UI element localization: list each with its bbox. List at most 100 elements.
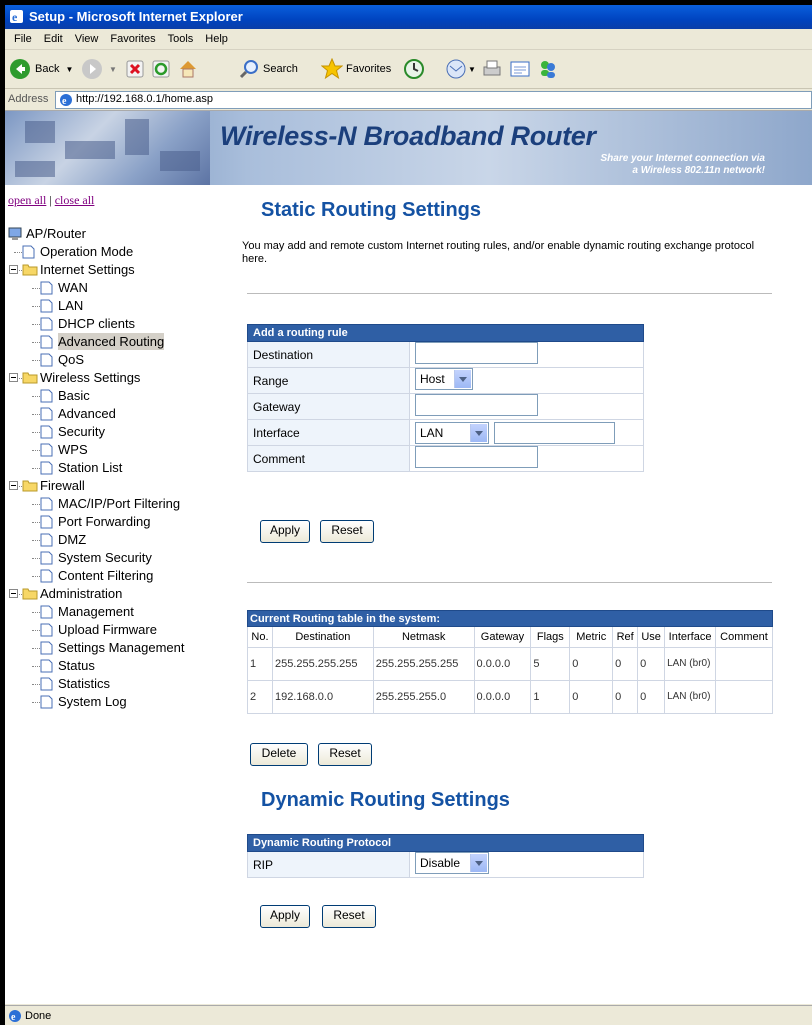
open-all-link[interactable]: open all xyxy=(8,193,46,207)
destination-input[interactable] xyxy=(415,342,538,364)
rip-select[interactable]: Disable xyxy=(415,852,489,874)
page-icon xyxy=(40,659,53,673)
mail-button[interactable]: ▼ xyxy=(445,56,476,82)
tree-item-label: AP/Router xyxy=(26,226,86,241)
page-icon xyxy=(40,623,53,637)
page-icon xyxy=(40,389,53,403)
messenger-button[interactable] xyxy=(537,56,559,82)
table-cell: 192.168.0.0 xyxy=(271,680,374,714)
interface-custom-input[interactable] xyxy=(494,421,616,444)
print-button[interactable] xyxy=(481,56,503,82)
mail-icon xyxy=(446,59,466,79)
router-banner: Wireless-N Broadband Router Share your I… xyxy=(5,111,812,185)
tree-connector xyxy=(32,324,40,325)
page-icon xyxy=(40,515,53,529)
tree-item-label: Operation Mode xyxy=(40,244,134,259)
gateway-input[interactable] xyxy=(415,394,538,416)
browser-window: e Setup - Microsoft Internet Explorer Fi… xyxy=(5,5,812,1025)
address-label: Address xyxy=(8,93,49,105)
mail-dropdown-icon: ▼ xyxy=(468,64,476,74)
forward-dropdown-icon: ▼ xyxy=(109,64,117,74)
interface-select[interactable]: LAN xyxy=(415,421,489,444)
tree-item-label: Management xyxy=(58,604,134,619)
menu-view[interactable]: View xyxy=(75,29,99,49)
edit-page-icon xyxy=(510,61,530,77)
tree-item-label: Wireless Settings xyxy=(40,370,141,385)
close-all-link[interactable]: close all xyxy=(55,193,95,207)
page-icon xyxy=(40,317,53,331)
menu-help[interactable]: Help xyxy=(205,29,228,49)
comment-input[interactable] xyxy=(415,446,538,468)
table-cell xyxy=(715,680,773,714)
window-title: Setup - Microsoft Internet Explorer xyxy=(29,9,243,24)
table-cell: 0 xyxy=(637,647,666,681)
favorites-button[interactable]: Favorites xyxy=(321,56,391,82)
history-button[interactable] xyxy=(403,56,425,82)
refresh-button[interactable] xyxy=(151,56,171,82)
menu-edit[interactable]: Edit xyxy=(44,29,63,49)
messenger-icon xyxy=(541,61,555,78)
tree-item-label: QoS xyxy=(58,352,85,367)
menu-tools[interactable]: Tools xyxy=(168,29,194,49)
range-select[interactable]: Host xyxy=(415,368,473,390)
expand-icon[interactable] xyxy=(9,481,18,490)
table-row[interactable]: 1 255.255.255.255 255.255.255.255 0.0.0.0 5 0… xyxy=(247,647,773,681)
forward-button[interactable]: ▼ xyxy=(81,56,117,82)
svg-text:e: e xyxy=(12,10,18,24)
address-input[interactable]: e http://192.168.0.1/home.asp xyxy=(55,91,812,109)
banner-photo xyxy=(5,111,210,185)
tree-connector xyxy=(32,468,40,469)
page-icon xyxy=(40,407,53,421)
chevron-down-icon xyxy=(470,854,487,872)
stop-button[interactable] xyxy=(125,56,145,82)
column-header: Gateway xyxy=(473,626,532,648)
reset-table-button[interactable]: Reset xyxy=(318,743,372,766)
favorites-label: Favorites xyxy=(346,63,392,75)
search-button[interactable]: Search xyxy=(239,56,298,82)
back-button[interactable]: Back ▼ xyxy=(9,56,73,82)
menu-favorites[interactable]: Favorites xyxy=(110,29,155,49)
table-row[interactable]: 2 192.168.0.0 255.255.255.0 0.0.0.0 1 0 0 0 LAN … xyxy=(247,680,773,714)
column-header: Ref xyxy=(612,626,639,648)
range-select-value: Host xyxy=(420,372,445,386)
dynamic-reset-button[interactable]: Reset xyxy=(322,905,376,928)
add-rule-table: Add a routing rule Destination Range Hos… xyxy=(247,324,644,472)
page-icon xyxy=(40,299,53,313)
tree-item-label: Content Filtering xyxy=(58,568,154,583)
gateway-label: Gateway xyxy=(247,393,410,420)
folder-icon xyxy=(22,372,38,384)
tree-links: open all | close all xyxy=(8,193,94,208)
apply-button[interactable]: Apply xyxy=(260,520,310,543)
page-icon xyxy=(40,533,53,547)
page-done-icon: e xyxy=(9,1010,21,1023)
delete-button[interactable]: Delete xyxy=(250,743,308,766)
dynamic-apply-button[interactable]: Apply xyxy=(260,905,310,928)
tree-connector xyxy=(32,666,40,667)
home-button[interactable] xyxy=(177,56,199,82)
tree-item-label: Advanced Routing xyxy=(58,333,165,350)
back-dropdown-icon: ▼ xyxy=(65,64,74,74)
page-icon xyxy=(40,443,53,457)
banner-subtitle-line2: a Wireless 802.11n network! xyxy=(632,165,765,176)
back-label: Back xyxy=(35,63,60,75)
edit-button[interactable] xyxy=(509,56,531,82)
page-icon xyxy=(40,281,53,295)
interface-cell: LAN xyxy=(409,419,644,446)
tree-item-label: Upload Firmware xyxy=(58,622,157,637)
page-icon xyxy=(40,605,53,619)
favorites-star-icon xyxy=(321,58,343,80)
expand-icon[interactable] xyxy=(9,373,18,382)
page-icon: e xyxy=(60,94,72,107)
tree-item-label: Security xyxy=(58,424,105,439)
menu-file[interactable]: File xyxy=(14,29,32,49)
tree-connector xyxy=(32,396,40,397)
home-icon xyxy=(180,61,196,78)
tree-connector xyxy=(32,450,40,451)
folder-icon xyxy=(22,588,38,600)
expand-icon[interactable] xyxy=(9,265,18,274)
tree-connector xyxy=(32,522,40,523)
expand-icon[interactable] xyxy=(9,589,18,598)
tree-item-label: WPS xyxy=(58,442,88,457)
reset-button[interactable]: Reset xyxy=(320,520,374,543)
computer-icon xyxy=(8,227,22,240)
